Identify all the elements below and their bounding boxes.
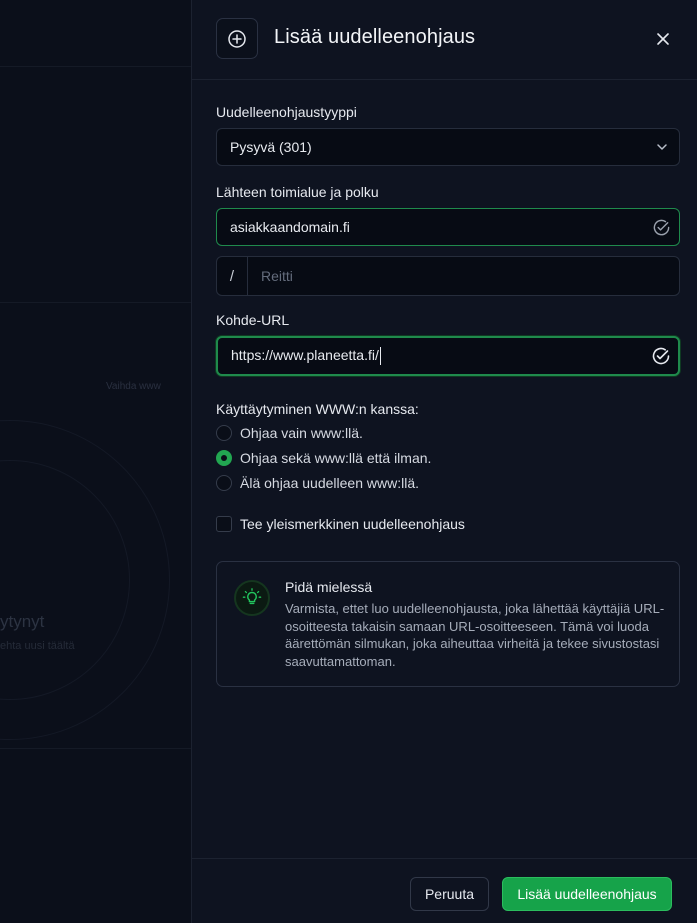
add-redirect-drawer: Lisää uudelleenohjaus Uudelleenohjaustyy… [191, 0, 697, 923]
route-prefix: / [217, 257, 248, 295]
background-divider [0, 66, 191, 67]
radio-circle [216, 475, 232, 491]
route-field: / [216, 256, 680, 296]
note-title: Pidä mielessä [285, 579, 373, 595]
target-url-input[interactable]: https://www.planeetta.fi/ [216, 336, 680, 376]
chevron-down-icon [657, 144, 667, 150]
radio-circle-selected [216, 450, 232, 466]
route-input[interactable] [248, 257, 679, 295]
background-divider [0, 302, 191, 303]
close-button[interactable] [652, 28, 674, 50]
redirect-type-value: Pysyvä (301) [230, 139, 312, 155]
lightbulb-icon [234, 580, 270, 616]
background-subtitle: ehta uusi täältä [0, 640, 75, 652]
target-url-value: https://www.planeetta.fi/ [218, 346, 678, 366]
background-divider [0, 748, 191, 749]
plus-circle-icon [216, 18, 258, 59]
cancel-button[interactable]: Peruuta [410, 877, 489, 911]
background-link: Vaihda www [106, 381, 161, 392]
radio-label: Älä ohjaa uudelleen www:llä. [240, 475, 419, 491]
radio-www-both[interactable]: Ohjaa sekä www:llä että ilman. [216, 450, 431, 466]
info-note: Pidä mielessä Varmista, ettet luo uudell… [216, 561, 680, 687]
www-behavior-label: Käyttäytyminen WWW:n kanssa: [216, 401, 419, 417]
radio-www-only[interactable]: Ohjaa vain www:llä. [216, 425, 363, 441]
redirect-type-label: Uudelleenohjaustyyppi [216, 104, 357, 120]
close-icon [657, 33, 669, 45]
drawer-footer: Peruuta Lisää uudelleenohjaus [192, 858, 697, 923]
wildcard-checkbox[interactable] [216, 516, 232, 532]
radio-www-none[interactable]: Älä ohjaa uudelleen www:llä. [216, 475, 419, 491]
check-circle-icon [653, 219, 670, 236]
source-label: Lähteen toimialue ja polku [216, 184, 379, 200]
wildcard-checkbox-row[interactable]: Tee yleismerkkinen uudelleenohjaus [216, 516, 465, 532]
radio-circle [216, 425, 232, 441]
source-domain-value: asiakkaandomain.fi [230, 219, 350, 235]
text-caret [379, 347, 381, 366]
background-page: Vaihda www ytynyt ehta uusi täältä [0, 0, 191, 923]
radio-label: Ohjaa vain www:llä. [240, 425, 363, 441]
background-title: ytynyt [0, 612, 45, 631]
check-circle-icon [652, 347, 670, 365]
source-domain-input[interactable]: asiakkaandomain.fi [216, 208, 680, 246]
wildcard-label: Tee yleismerkkinen uudelleenohjaus [240, 516, 465, 532]
note-body: Varmista, ettet luo uudelleenohjausta, j… [285, 601, 665, 669]
radio-label: Ohjaa sekä www:llä että ilman. [240, 450, 432, 466]
drawer-title: Lisää uudelleenohjaus [274, 26, 476, 48]
target-url-label: Kohde-URL [216, 312, 290, 328]
drawer-header: Lisää uudelleenohjaus [192, 0, 697, 80]
redirect-type-select[interactable]: Pysyvä (301) [216, 128, 680, 166]
target-url-text: https://www.planeetta.fi/ [231, 346, 379, 363]
add-redirect-button[interactable]: Lisää uudelleenohjaus [502, 877, 672, 911]
